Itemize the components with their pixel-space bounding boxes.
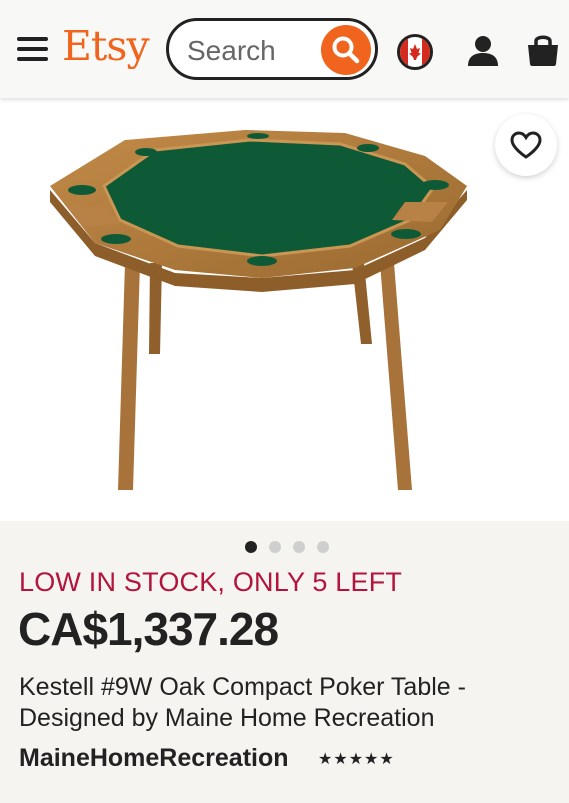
- search-button[interactable]: [321, 25, 371, 75]
- stock-notice: LOW IN STOCK, ONLY 5 LEFT: [19, 567, 403, 597]
- search-placeholder: Search: [187, 35, 276, 66]
- favorite-button[interactable]: [495, 114, 557, 176]
- hamburger-menu-icon[interactable]: [17, 37, 49, 61]
- listing-title: Kestell #9W Oak Compact Poker Table - De…: [19, 673, 466, 732]
- price: CA$1,337.28: [18, 603, 279, 655]
- rating-stars: ★★★★★: [318, 751, 395, 768]
- image-carousel-dots: [245, 540, 341, 553]
- carousel-dot-3[interactable]: [293, 541, 305, 553]
- search-input[interactable]: Search: [166, 18, 378, 80]
- carousel-dot-1[interactable]: [245, 541, 257, 553]
- top-navigation-bar: Etsy Search: [0, 0, 569, 98]
- user-icon[interactable]: [466, 34, 500, 68]
- magnifier-icon: [332, 36, 360, 64]
- poker-table-illustration: [50, 130, 467, 490]
- product-image[interactable]: [0, 98, 569, 521]
- shop-name-link[interactable]: MaineHomeRecreation: [19, 744, 289, 773]
- canada-flag-icon[interactable]: [397, 34, 433, 70]
- carousel-dot-4[interactable]: [317, 541, 329, 553]
- heart-outline-icon: [510, 131, 542, 159]
- etsy-logo[interactable]: Etsy: [62, 26, 150, 67]
- carousel-dot-2[interactable]: [269, 541, 281, 553]
- shopping-bag-icon[interactable]: [526, 33, 560, 67]
